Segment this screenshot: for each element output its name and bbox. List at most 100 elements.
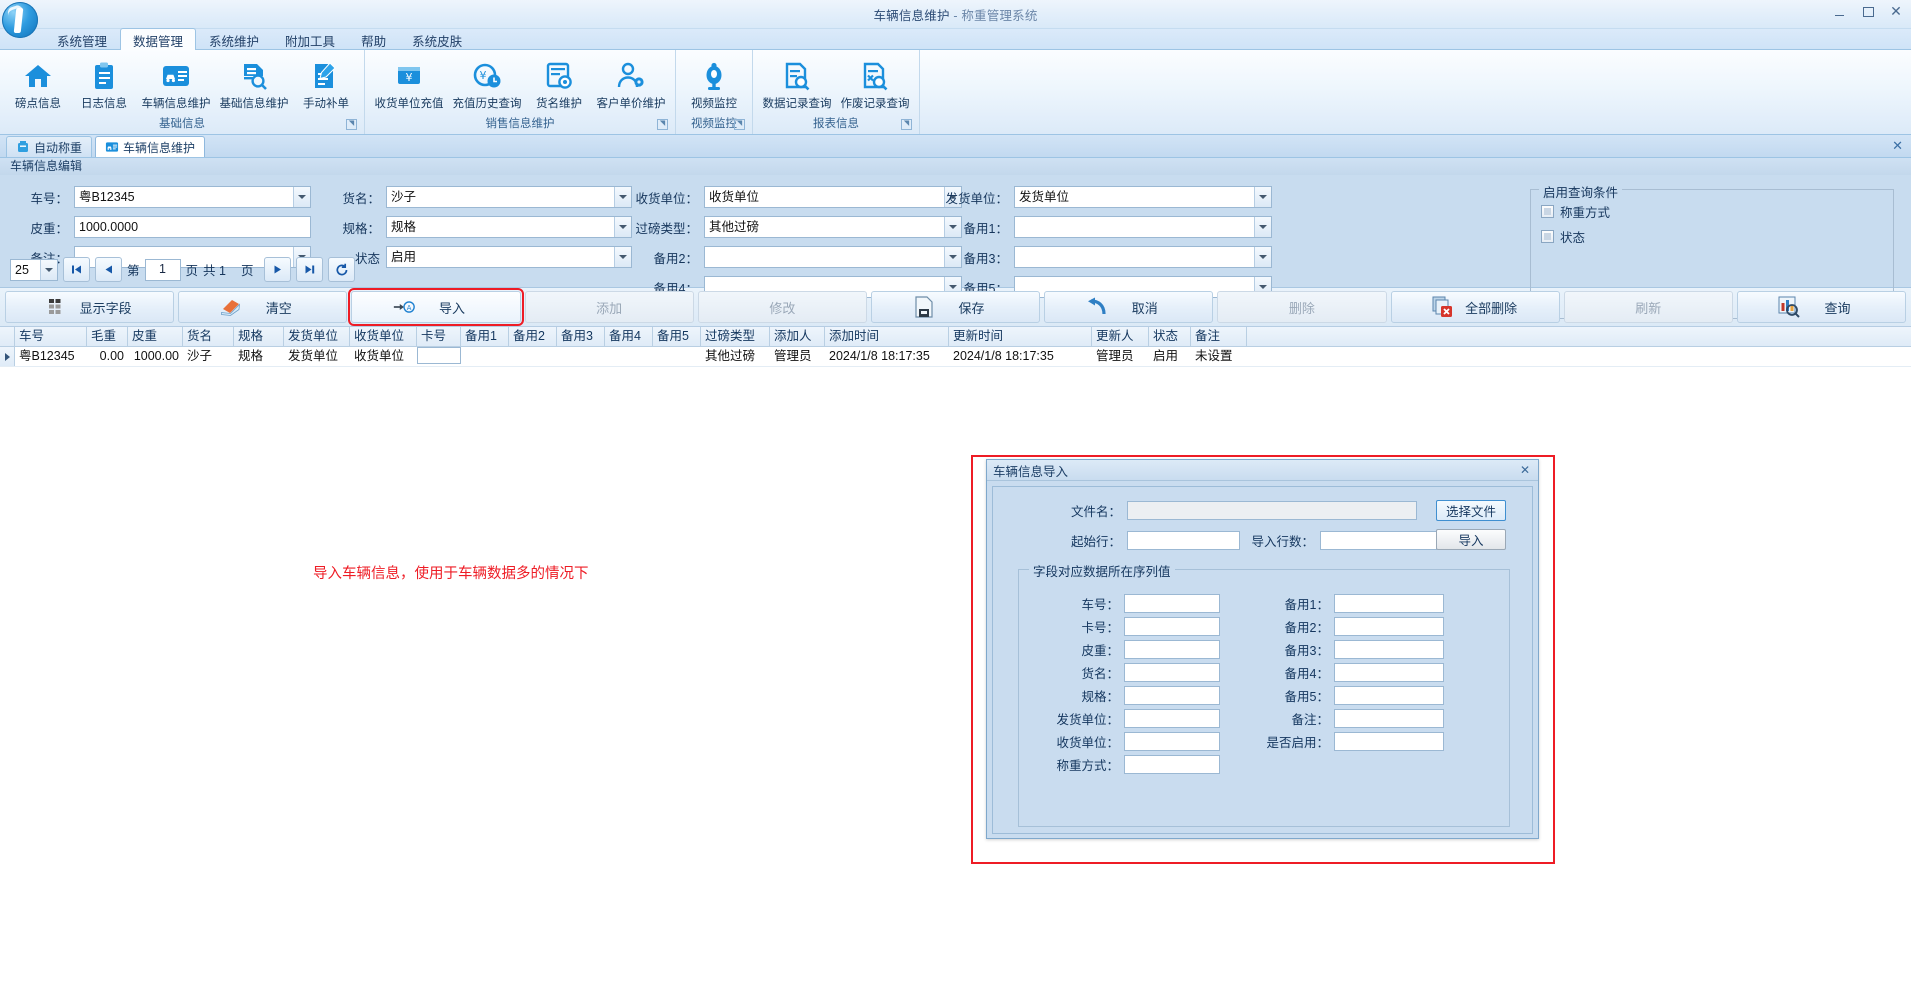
file-name-input[interactable] xyxy=(1127,501,1417,520)
ribbon-button-void-record-query[interactable]: 作废记录查询 xyxy=(836,55,914,112)
map-input-card[interactable] xyxy=(1124,617,1220,636)
map-input-enabled[interactable] xyxy=(1334,732,1444,751)
spare1-combo[interactable] xyxy=(1014,216,1272,238)
spare3-combo[interactable] xyxy=(1014,246,1272,268)
chevron-down-icon[interactable] xyxy=(1254,187,1271,207)
column-header-creator[interactable]: 添加人 xyxy=(770,327,825,346)
map-input-consignor[interactable] xyxy=(1124,709,1220,728)
plate-number-combo[interactable]: 粤B12345 xyxy=(74,186,311,208)
import-button[interactable]: A 导入 xyxy=(348,288,524,326)
weigh-type-combo[interactable]: 其他过磅 xyxy=(704,216,962,238)
ribbon-button-data-record-query[interactable]: 数据记录查询 xyxy=(758,55,836,112)
chevron-down-icon[interactable] xyxy=(293,187,310,207)
spec-combo[interactable]: 规格 xyxy=(386,216,632,238)
column-header-update-time[interactable]: 更新时间 xyxy=(949,327,1092,346)
map-input-spec[interactable] xyxy=(1124,686,1220,705)
column-header-gross[interactable]: 毛重 xyxy=(87,327,128,346)
refresh-button[interactable]: 刷新 xyxy=(1563,291,1733,323)
ribbon-button-vehicle-info-maintenance[interactable]: 车辆信息维护 xyxy=(137,55,215,112)
consignee-combo[interactable]: 收货单位 xyxy=(704,186,962,208)
chevron-down-icon[interactable] xyxy=(614,247,631,267)
doc-tab-vehicle-info-maintenance[interactable]: 车辆信息维护 xyxy=(95,136,206,157)
chevron-down-icon[interactable] xyxy=(614,217,631,237)
maximize-icon[interactable] xyxy=(1861,5,1875,19)
column-header-consignee[interactable]: 收货单位 xyxy=(350,327,417,346)
dialog-launcher-icon[interactable]: ◥ xyxy=(901,119,912,130)
column-header-weigh-type[interactable]: 过磅类型 xyxy=(701,327,770,346)
dialog-launcher-icon[interactable]: ◥ xyxy=(657,119,668,130)
column-header-create-time[interactable]: 添加时间 xyxy=(825,327,949,346)
chevron-down-icon[interactable] xyxy=(614,187,631,207)
column-header-spare2[interactable]: 备用2 xyxy=(509,327,557,346)
column-header-spare3[interactable]: 备用3 xyxy=(557,327,605,346)
import-confirm-button[interactable]: 导入 xyxy=(1436,529,1506,550)
checkbox-icon[interactable] xyxy=(1541,205,1554,218)
ribbon-button-manual-order[interactable]: 手动补单 xyxy=(293,55,359,112)
page-size-combo[interactable]: 25 xyxy=(10,258,58,281)
map-input-tare[interactable] xyxy=(1124,640,1220,659)
ribbon-button-recharge-history[interactable]: ¥ 充值历史查询 xyxy=(448,55,526,112)
dialog-launcher-icon[interactable]: ◥ xyxy=(734,119,745,130)
last-page-button[interactable] xyxy=(296,257,324,282)
add-button[interactable]: 添加 xyxy=(524,291,694,323)
map-input-goods[interactable] xyxy=(1124,663,1220,682)
column-header-spec[interactable]: 规格 xyxy=(234,327,284,346)
map-input-spare2[interactable] xyxy=(1334,617,1444,636)
doc-tab-auto-weighing[interactable]: 自动称重 xyxy=(6,136,93,157)
checkbox-status[interactable]: 状态 xyxy=(1541,227,1893,246)
clear-button[interactable]: 清空 xyxy=(178,291,348,323)
show-fields-button[interactable]: 显示字段 xyxy=(5,291,175,323)
column-header-card[interactable]: 卡号 xyxy=(417,327,461,346)
checkbox-weighing-method[interactable]: 称重方式 xyxy=(1541,202,1893,221)
ribbon-button-log-info[interactable]: 日志信息 xyxy=(71,55,137,112)
map-input-spare1[interactable] xyxy=(1334,594,1444,613)
map-input-plate[interactable] xyxy=(1124,594,1220,613)
column-header-consignor[interactable]: 发货单位 xyxy=(284,327,350,346)
ribbon-button-consignee-recharge[interactable]: ¥ 收货单位充值 xyxy=(370,55,448,112)
column-header-spare4[interactable]: 备用4 xyxy=(605,327,653,346)
ribbon-button-video-monitor[interactable]: 视频监控 xyxy=(681,55,747,112)
save-button[interactable]: 保存 xyxy=(870,291,1041,323)
map-input-weigh-method[interactable] xyxy=(1124,755,1220,774)
next-page-button[interactable] xyxy=(264,257,292,282)
ribbon-button-goods-maintenance[interactable]: 货名维护 xyxy=(526,55,592,112)
column-header-spare1[interactable]: 备用1 xyxy=(461,327,509,346)
ribbon-button-basic-info-maintenance[interactable]: 基础信息维护 xyxy=(215,55,293,112)
tare-weight-input[interactable]: 1000.0000 xyxy=(74,216,311,238)
column-header-goods[interactable]: 货名 xyxy=(183,327,234,346)
map-input-spare5[interactable] xyxy=(1334,686,1444,705)
ribbon-button-weighbridge-info[interactable]: 磅点信息 xyxy=(5,55,71,112)
chevron-down-icon[interactable] xyxy=(40,259,57,280)
choose-file-button[interactable]: 选择文件 xyxy=(1436,500,1506,521)
column-header-spare5[interactable]: 备用5 xyxy=(653,327,701,346)
delete-button[interactable]: 删除 xyxy=(1217,291,1387,323)
start-row-input[interactable] xyxy=(1127,531,1240,550)
map-input-consignee[interactable] xyxy=(1124,732,1220,751)
column-header-updater[interactable]: 更新人 xyxy=(1092,327,1149,346)
consignor-combo[interactable]: 发货单位 xyxy=(1014,186,1272,208)
query-button[interactable]: 查询 xyxy=(1736,291,1907,323)
chevron-down-icon[interactable] xyxy=(1254,217,1271,237)
checkbox-icon[interactable] xyxy=(1541,230,1554,243)
column-header-tare[interactable]: 皮重 xyxy=(128,327,183,346)
map-input-remark[interactable] xyxy=(1334,709,1444,728)
close-icon[interactable]: ✕ xyxy=(1520,463,1530,477)
minimize-icon[interactable] xyxy=(1833,5,1847,19)
map-input-spare3[interactable] xyxy=(1334,640,1444,659)
first-page-button[interactable] xyxy=(63,257,90,282)
cancel-button[interactable]: 取消 xyxy=(1044,291,1214,323)
row-count-input[interactable] xyxy=(1320,531,1437,550)
prev-page-button[interactable] xyxy=(95,257,122,282)
cell-card[interactable] xyxy=(417,347,461,364)
column-header-plate[interactable]: 车号 xyxy=(15,327,87,346)
column-header-status[interactable]: 状态 xyxy=(1149,327,1191,346)
column-header-remark[interactable]: 备注 xyxy=(1191,327,1247,346)
chevron-down-icon[interactable] xyxy=(1254,247,1271,267)
table-row[interactable]: 粤B12345 0.00 1000.00 沙子 规格 发货单位 收货单位 其他过… xyxy=(0,347,1911,367)
delete-all-button[interactable]: 全部删除 xyxy=(1390,291,1560,323)
map-input-spare4[interactable] xyxy=(1334,663,1444,682)
ribbon-button-customer-price-maintenance[interactable]: 客户单价维护 xyxy=(592,55,670,112)
spare2-combo[interactable] xyxy=(704,246,962,268)
dialog-launcher-icon[interactable]: ◥ xyxy=(346,119,357,130)
close-tab-icon[interactable]: ✕ xyxy=(1892,138,1903,154)
